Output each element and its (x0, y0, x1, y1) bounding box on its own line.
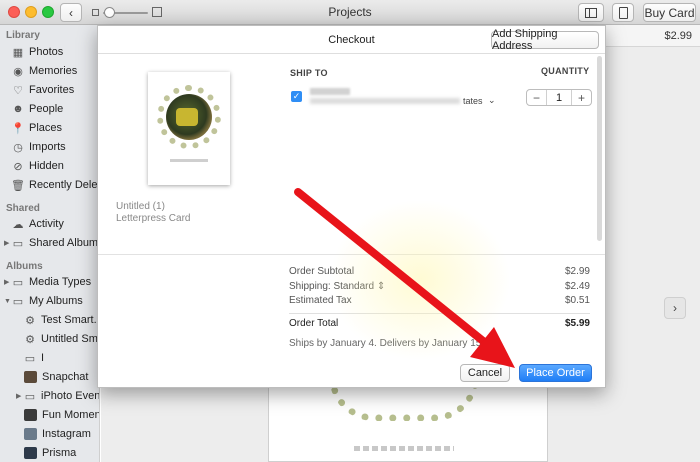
sidebar-item-memories[interactable]: ◉ Memories (12, 62, 77, 80)
album-thumbnail (24, 447, 37, 459)
album-thumbnail (24, 428, 37, 440)
disclosure-open-icon: ▼ (4, 297, 11, 305)
card-preview-background (268, 376, 548, 462)
sidebar-item-hidden[interactable]: ⊘ Hidden (12, 157, 63, 175)
photos-icon: ▦ (12, 46, 24, 59)
increase-quantity-button[interactable]: + (571, 90, 591, 105)
scrollbar[interactable] (596, 56, 603, 244)
sidebar-item-people[interactable]: ☻ People (12, 100, 63, 118)
item-type: Letterpress Card (116, 213, 191, 224)
sidebar: Library ▦ Photos ◉ Memories ♡ Favorites ☻ Pe… (0, 25, 100, 462)
checkmark-icon: ✓ (292, 91, 301, 101)
sidebar-item-shared-albums[interactable]: ▶ ▭ Shared Albums (4, 234, 99, 252)
sidebar-item-places[interactable]: 📍 Places (11, 119, 62, 137)
chevron-right-icon: › (673, 301, 677, 315)
tax-value: $0.51 (564, 295, 590, 306)
sidebar-item-album[interactable]: ⚙Untitled Sm... (24, 330, 99, 348)
disclosure-triangle-icon: ▶ (4, 240, 10, 247)
sidebar-item-album[interactable]: Fun Moments (24, 406, 99, 424)
buy-card-button[interactable]: Buy Card (643, 3, 696, 22)
album-thumbnail (24, 409, 37, 421)
sidebar-item-imports[interactable]: ◷ Imports (12, 138, 66, 156)
sidebar-item-recently-deleted[interactable]: 🗑Recently Delet... (11, 176, 99, 194)
address-dropdown-chevron-icon[interactable]: ⌄ (488, 95, 496, 106)
sidebar-item-album[interactable]: ▭ I (24, 349, 44, 367)
cancel-button[interactable]: Cancel (460, 364, 510, 382)
folder-icon: ▭ (12, 295, 24, 308)
disclosure-triangle-icon: ▶ (16, 393, 22, 400)
hidden-icon: ⊘ (13, 160, 23, 173)
address-text: tates (463, 96, 483, 106)
quantity-stepper[interactable]: − 1 + (526, 89, 592, 106)
sidebar-item-media-types[interactable]: ▶ ▭ Media Types (4, 273, 91, 291)
place-order-button[interactable]: Place Order (519, 364, 592, 382)
shipping-value: $2.49 (564, 281, 590, 292)
person-icon: ☻ (12, 103, 24, 115)
total-label: Order Total (289, 318, 339, 329)
subtotal-value: $2.99 (564, 266, 590, 277)
item-name: Untitled (1) (116, 201, 165, 212)
sidebar-item-my-albums[interactable]: ▼ ▭ My Albums (4, 292, 83, 310)
scrollbar-thumb[interactable] (597, 56, 602, 241)
total-divider (289, 313, 590, 314)
delivery-estimate: Ships by January 4. Delivers by January … (289, 338, 485, 349)
decrease-quantity-button[interactable]: − (527, 90, 547, 105)
folder-icon: ▭ (12, 237, 24, 250)
title-bar: ‹ Projects Buy Card (0, 0, 700, 25)
album-thumbnail (24, 371, 37, 383)
checkout-sheet: Checkout Add Shipping Address Untitled (… (97, 25, 606, 388)
quantity-value[interactable]: 1 (547, 90, 571, 105)
smart-album-gear-icon: ⚙ (25, 314, 35, 327)
blurred-name (310, 88, 350, 95)
sidebar-section-library: Library (6, 30, 40, 41)
card-price: $2.99 (664, 30, 692, 42)
add-shipping-address-button[interactable]: Add Shipping Address (491, 28, 599, 52)
folder-icon: ▭ (12, 276, 24, 289)
checkout-header: Checkout Add Shipping Address (98, 26, 605, 54)
shipping-select[interactable]: Shipping: Standard ⇕ (289, 281, 385, 292)
phone-icon (618, 6, 628, 19)
tax-label: Estimated Tax (289, 295, 352, 306)
card-photo (166, 94, 212, 140)
blurred-address (310, 98, 460, 104)
card-thumbnail (148, 72, 230, 185)
sidebar-item-activity[interactable]: ☁ Activity (12, 215, 64, 233)
sidebar-panel-icon (585, 7, 597, 18)
sidebar-item-photos[interactable]: ▦ Photos (12, 43, 63, 61)
sidebar-item-album[interactable]: Snapchat (24, 368, 88, 386)
address-blurred (310, 86, 465, 106)
sidebar-section-albums: Albums (6, 261, 43, 272)
heart-icon: ♡ (13, 84, 23, 97)
quantity-label: QUANTITY (541, 66, 590, 76)
panel-toggle-button[interactable] (578, 3, 604, 22)
address-checkbox[interactable]: ✓ (291, 91, 302, 102)
total-value: $5.99 (564, 318, 590, 329)
sidebar-item-album[interactable]: Prisma (24, 444, 76, 462)
memories-icon: ◉ (13, 65, 23, 78)
price-strip: $2.99 (602, 25, 700, 47)
sidebar-item-album[interactable]: ⚙ Test Smart... (24, 311, 99, 329)
ship-to-label: SHIP TO (290, 68, 328, 78)
sidebar-item-album[interactable]: Instagram (24, 425, 91, 443)
album-icon: ▭ (24, 352, 36, 365)
item-description: Untitled (1) Letterpress Card (116, 201, 190, 225)
folder-icon: ▭ (24, 390, 36, 403)
subtotal-label: Order Subtotal (289, 266, 355, 277)
clock-icon: ◷ (13, 141, 23, 154)
card-caption-decoration (170, 159, 208, 162)
sidebar-section-shared: Shared (6, 203, 40, 214)
sidebar-item-favorites[interactable]: ♡ Favorites (12, 81, 74, 99)
trash-icon: 🗑 (11, 179, 25, 192)
cloud-icon: ☁ (12, 218, 24, 231)
card-text-decoration (354, 446, 454, 451)
section-divider (98, 254, 605, 255)
disclosure-triangle-icon: ▶ (4, 279, 10, 286)
smart-album-gear-icon: ⚙ (25, 333, 35, 346)
map-pin-icon: 📍 (11, 122, 25, 135)
updown-chevron-icon: ⇕ (376, 281, 386, 292)
sidebar-item-album[interactable]: ▶▭iPhoto Events (16, 387, 99, 405)
device-preview-button[interactable] (612, 3, 634, 22)
next-page-button[interactable]: › (664, 297, 686, 319)
